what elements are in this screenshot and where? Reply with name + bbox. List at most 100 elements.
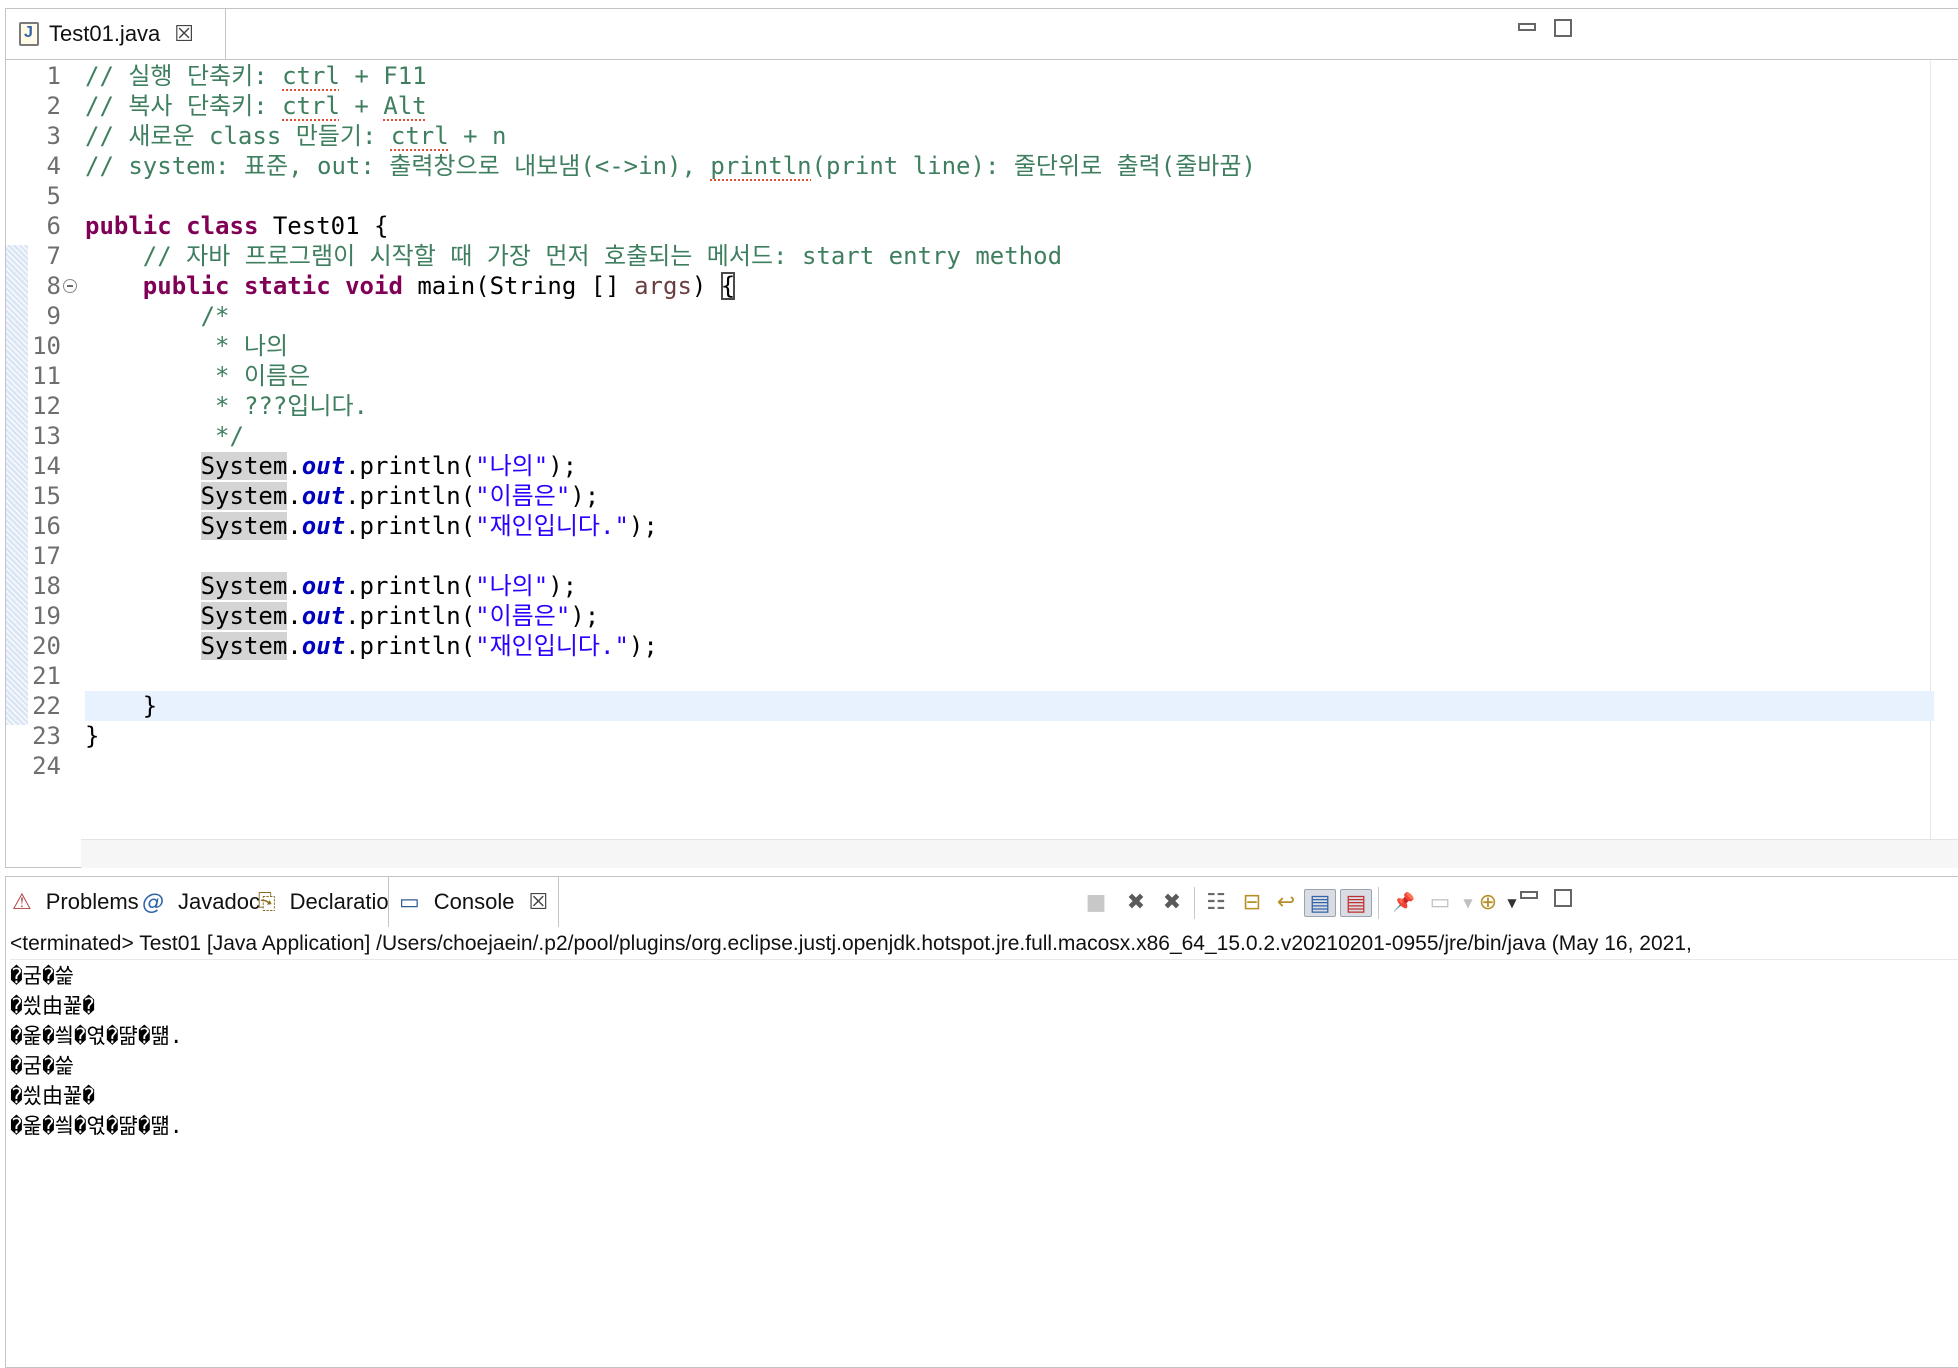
terminate-icon[interactable]: ■ <box>1080 889 1112 917</box>
horizontal-scrollbar[interactable] <box>81 839 1958 868</box>
minimize-icon[interactable] <box>1518 23 1536 31</box>
code-line[interactable]: 7 // 자바 프로그램이 시작할 때 가장 먼저 호출되는 메서드: star… <box>6 241 1958 271</box>
word-wrap-icon[interactable]: ↩ <box>1270 889 1302 917</box>
tab-problems[interactable]: ⚠ Problems <box>12 877 139 927</box>
remove-all-terminated-icon[interactable]: ✖ <box>1156 889 1188 917</box>
code-token: ); <box>570 482 600 510</box>
code-text: System.out.println("나의"); <box>85 451 577 481</box>
code-line[interactable]: 14 System.out.println("나의"); <box>6 451 1958 481</box>
code-token: . <box>287 632 302 660</box>
code-line[interactable]: 8 public static void main(String [] args… <box>6 271 1958 301</box>
javadoc-icon: @ <box>142 889 164 915</box>
code-token: System <box>200 512 288 540</box>
console-output[interactable]: �굼�쓽 �씠由꾩� �옱�씤�엯�땲�떎. �굼�쓽 �씠由꾩� �옱�씤�엯… <box>10 961 1958 1141</box>
code-token: ctrl <box>282 92 340 120</box>
close-icon[interactable]: ☒ <box>529 890 549 915</box>
code-line[interactable]: 24 <box>6 751 1958 781</box>
code-token: . <box>287 602 302 630</box>
code-token: static <box>243 272 331 300</box>
code-token: .println( <box>345 452 476 480</box>
tab-console[interactable]: ▭ Console ☒ <box>388 877 560 927</box>
line-number: 16 <box>32 512 61 540</box>
line-number: 6 <box>46 212 61 240</box>
code-line[interactable]: 22 } <box>6 691 1958 721</box>
code-token: .println( <box>345 572 476 600</box>
code-line[interactable]: 13 */ <box>6 421 1958 451</box>
clear-console-icon[interactable]: ☷ <box>1200 889 1232 917</box>
line-number: 14 <box>32 452 61 480</box>
code-text: /* <box>85 301 230 331</box>
code-token: ); <box>628 512 658 540</box>
code-line[interactable]: 16 System.out.println("재인입니다."); <box>6 511 1958 541</box>
code-line[interactable]: 9 /* <box>6 301 1958 331</box>
code-line[interactable]: 1 // 실행 단축키: ctrl + F11 <box>6 61 1958 91</box>
code-token: + F11 <box>339 62 427 90</box>
line-number: 17 <box>32 542 61 570</box>
code-token: } <box>85 692 158 720</box>
code-text: // 새로운 class 만들기: ctrl + n <box>85 121 506 151</box>
code-line[interactable]: 20 System.out.println("재인입니다."); <box>6 631 1958 661</box>
line-number: 1 <box>46 62 61 90</box>
code-line[interactable]: 21 <box>6 661 1958 691</box>
close-icon[interactable]: ☒ <box>174 22 194 47</box>
code-token: * ???입니다. <box>215 392 368 420</box>
code-text: * ???입니다. <box>85 391 368 421</box>
console-output-line: �씠由꾩� <box>10 1084 95 1108</box>
code-line[interactable]: 4 // system: 표준, out: 출력창으로 내보냄(<->in), p… <box>6 151 1958 181</box>
code-token: ) <box>691 272 721 300</box>
code-line[interactable]: 18 System.out.println("나의"); <box>6 571 1958 601</box>
line-number: 8 <box>46 272 61 300</box>
code-line[interactable]: 23} <box>6 721 1958 751</box>
collapse-icon[interactable] <box>63 279 77 293</box>
remove-launch-icon[interactable]: ✖ <box>1120 889 1152 917</box>
declaration-icon: ⎘ <box>258 889 276 915</box>
code-token: .println( <box>345 602 476 630</box>
code-text: // 실행 단축키: ctrl + F11 <box>85 61 427 91</box>
code-line[interactable]: 15 System.out.println("이름은"); <box>6 481 1958 511</box>
code-line[interactable]: 11 * 이름은 <box>6 361 1958 391</box>
tab-label: Declaration <box>289 889 401 914</box>
pin-console-icon[interactable]: 📌 <box>1388 889 1420 917</box>
code-text: public class Test01 { <box>85 211 388 241</box>
code-token: .println( <box>345 512 476 540</box>
scroll-lock-icon[interactable]: ⊟ <box>1236 889 1268 917</box>
maximize-icon[interactable] <box>1554 19 1572 37</box>
minimize-icon[interactable] <box>1520 891 1538 899</box>
code-token: // 새로운 class 만들기: <box>85 122 391 150</box>
line-number: 15 <box>32 482 61 510</box>
code-editor[interactable]: 1 // 실행 단축키: ctrl + F11 2 // 복사 단축키: ctrl +… <box>6 61 1958 841</box>
code-line[interactable]: 12 * ???입니다. <box>6 391 1958 421</box>
code-line[interactable]: 19 System.out.println("이름은"); <box>6 601 1958 631</box>
maximize-icon[interactable] <box>1554 889 1572 907</box>
code-token: public <box>85 212 172 240</box>
editor-tab-test01[interactable]: Test01.java ☒ <box>6 9 226 59</box>
show-on-stdout-icon[interactable]: ▤ <box>1304 889 1336 917</box>
code-text: */ <box>85 421 244 451</box>
code-token: . <box>287 482 302 510</box>
console-output-line: �씠由꾩� <box>10 994 95 1018</box>
code-line[interactable]: 6 public class Test01 { <box>6 211 1958 241</box>
line-number: 23 <box>32 722 61 750</box>
line-number: 19 <box>32 602 61 630</box>
console-icon: ▭ <box>399 889 420 915</box>
code-line[interactable]: 5 <box>6 181 1958 211</box>
show-on-stderr-icon[interactable]: ▤ <box>1340 889 1372 917</box>
problems-icon: ⚠ <box>12 889 32 915</box>
code-token: "이름은" <box>475 602 571 630</box>
code-line[interactable]: 2 // 복사 단축키: ctrl + Alt <box>6 91 1958 121</box>
code-token: . <box>287 512 302 540</box>
code-line[interactable]: 3 // 새로운 class 만들기: ctrl + n <box>6 121 1958 151</box>
code-token: ); <box>570 602 600 630</box>
tab-javadoc[interactable]: @ Javadoc <box>142 877 260 927</box>
tab-label: Problems <box>45 889 139 914</box>
code-line[interactable]: 10 * 나의 <box>6 331 1958 361</box>
code-text: // 복사 단축키: ctrl + Alt <box>85 91 427 121</box>
tab-declaration[interactable]: ⎘ Declaration <box>258 877 401 927</box>
code-token: System <box>200 452 288 480</box>
code-line[interactable]: 17 <box>6 541 1958 571</box>
